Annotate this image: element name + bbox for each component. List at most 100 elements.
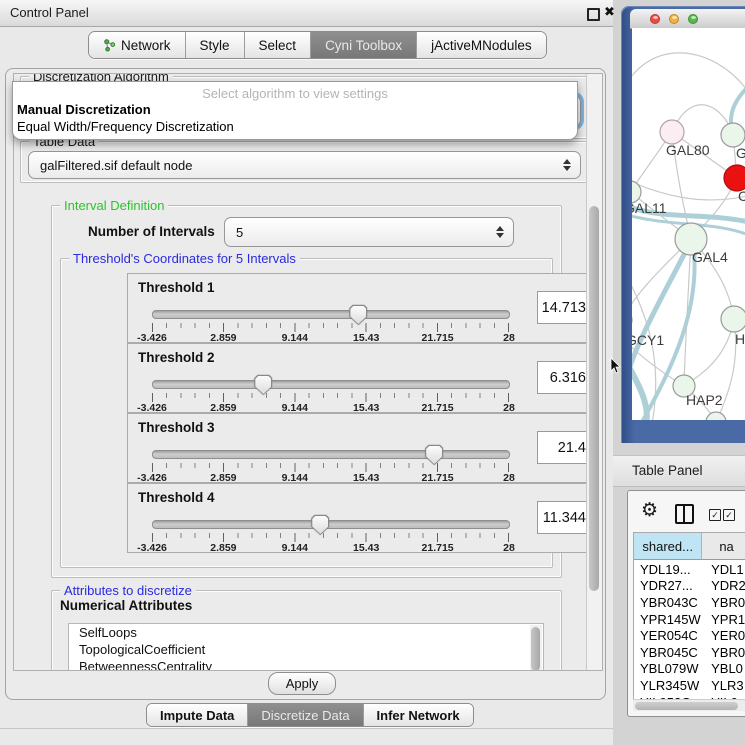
slider-ruler	[152, 463, 509, 472]
threshold-value-field[interactable]: 11.344	[537, 501, 593, 534]
tab-cyni-toolbox[interactable]: Cyni Toolbox	[311, 32, 417, 58]
attribute-list-item[interactable]: TopologicalCoefficient	[69, 641, 543, 658]
scrollbar-thumb[interactable]	[531, 627, 540, 671]
label-partial-low: H	[735, 331, 745, 347]
threshold-slider[interactable]	[152, 450, 510, 459]
cell-shared-name[interactable]: YPR145W	[634, 612, 703, 627]
slider-thumb[interactable]	[311, 515, 329, 535]
label-hap2: HAP2	[686, 392, 723, 408]
cell-shared-name[interactable]: YDR27...	[634, 578, 703, 593]
node-bottom-partial[interactable]	[706, 412, 726, 420]
apply-button[interactable]: Apply	[268, 672, 336, 695]
slider-thumb[interactable]	[349, 305, 367, 325]
network-view-window: GAL80 GA C GAL11 GAL4 GCY1 H HAP2	[621, 6, 745, 443]
network-canvas[interactable]: GAL80 GA C GAL11 GAL4 GCY1 H HAP2	[632, 28, 745, 420]
mouse-cursor	[610, 358, 622, 376]
table-row[interactable]: YPR145W YPR1	[634, 611, 745, 628]
table-row[interactable]: YBR043C YBR0	[634, 594, 745, 611]
threshold-label: Threshold 2	[138, 350, 215, 365]
cell-name[interactable]: YBR0	[703, 595, 745, 610]
table-panel-title: Table Panel	[632, 463, 703, 478]
close-traffic-light-icon[interactable]	[650, 14, 660, 24]
scrollbar-thumb[interactable]	[589, 206, 599, 591]
tab-jactivemnodules-label: jActiveMNodules	[431, 38, 532, 53]
tab-select-label: Select	[259, 38, 297, 53]
column-header-shared-name[interactable]: shared...	[634, 533, 702, 560]
cell-name[interactable]: YLR3	[703, 678, 745, 693]
numerical-attributes-list[interactable]: SelfLoopsTopologicalCoefficientBetweenne…	[68, 623, 544, 671]
tab-infer-network[interactable]: Infer Network	[364, 704, 473, 726]
slider-thumb[interactable]	[425, 445, 443, 465]
network-graph: GAL80 GA C GAL11 GAL4 GCY1 H HAP2	[632, 28, 745, 420]
table-row[interactable]: YLR345W YLR3	[634, 677, 745, 694]
control-panel-titlebar: Control Panel ✖	[0, 0, 613, 27]
zoom-traffic-light-icon[interactable]	[688, 14, 698, 24]
algorithm-dropdown-popup: Select algorithm to view settings Manual…	[12, 81, 578, 140]
tab-style[interactable]: Style	[186, 32, 245, 58]
attributes-list-scrollbar[interactable]	[530, 625, 542, 671]
tab-network-label: Network	[121, 38, 171, 53]
cell-shared-name[interactable]: YBR043C	[634, 595, 703, 610]
float-window-icon[interactable]	[587, 8, 600, 21]
threshold-row: Threshold 1 -3.426 2.859 9.144 15.43 21.…	[127, 273, 603, 343]
scrollbar-thumb[interactable]	[635, 702, 738, 710]
node-attribute-table[interactable]: shared... na YDL19... YDL1 YDR27... YDR2…	[633, 532, 745, 700]
number-of-intervals-combobox[interactable]: 5	[224, 217, 514, 247]
scale-tick-label: 9.144	[282, 542, 308, 554]
scale-tick-label: 28	[503, 542, 515, 554]
tab-impute-data[interactable]: Impute Data	[147, 704, 248, 726]
slider-ruler	[152, 393, 509, 402]
node-right-mid[interactable]	[721, 306, 745, 332]
attribute-list-item[interactable]: BetweennessCentrality	[69, 658, 543, 671]
column-header-name[interactable]: na	[702, 533, 745, 560]
cell-name[interactable]: YDL1	[703, 562, 745, 577]
cell-name[interactable]: YDR2	[703, 578, 745, 593]
node-top-right[interactable]	[721, 123, 745, 147]
cell-name[interactable]: YPR1	[703, 612, 745, 627]
threshold-value-field[interactable]: 6.316	[537, 361, 593, 394]
table-row[interactable]: YER054C YER0	[634, 627, 745, 644]
minimize-traffic-light-icon[interactable]	[669, 14, 679, 24]
threshold-row: Threshold 2 -3.426 2.859 9.144 15.43 21.…	[127, 343, 603, 413]
table-data-combobox[interactable]: galFiltered.sif default node	[28, 151, 581, 179]
cell-shared-name[interactable]: YER054C	[634, 628, 703, 643]
split-columns-icon[interactable]	[675, 504, 694, 524]
cell-shared-name[interactable]: YBL079W	[634, 661, 703, 676]
select-none-checkbox-icon[interactable]: ✓	[723, 509, 735, 521]
table-horizontal-scrollbar[interactable]	[633, 699, 745, 711]
attribute-list-item[interactable]: SelfLoops	[69, 624, 543, 641]
tab-network[interactable]: Network	[89, 32, 186, 58]
gear-icon[interactable]: ⚙	[641, 501, 658, 520]
cell-shared-name[interactable]: YDL19...	[634, 562, 703, 577]
table-row[interactable]: YDL19... YDL1	[634, 561, 745, 578]
cell-name[interactable]: YBL0	[703, 661, 745, 676]
cell-shared-name[interactable]: YLR345W	[634, 678, 703, 693]
threshold-slider[interactable]	[152, 380, 510, 389]
algorithm-option-equal-width[interactable]: Equal Width/Frequency Discretization	[17, 119, 234, 134]
label-gcy1: GCY1	[632, 332, 664, 348]
threshold-value-field[interactable]: 21.4	[537, 431, 593, 464]
cell-name[interactable]: YBR0	[703, 645, 745, 660]
attribute-items: SelfLoopsTopologicalCoefficientBetweenne…	[69, 624, 543, 671]
node-gal80[interactable]	[660, 120, 684, 144]
table-row[interactable]: YBL079W YBL0	[634, 661, 745, 678]
threshold-slider[interactable]	[152, 310, 510, 319]
attributes-group: Attributes to discretize Numerical Attri…	[51, 590, 562, 671]
label-partial-mid: C	[738, 188, 745, 204]
settings-vertical-scrollbar[interactable]	[586, 74, 602, 670]
threshold-value-field[interactable]: 14.713	[537, 291, 593, 324]
close-icon[interactable]: ✖	[604, 4, 615, 20]
algorithm-option-manual[interactable]: Manual Discretization	[17, 102, 151, 117]
apply-button-label: Apply	[286, 676, 319, 691]
tab-select[interactable]: Select	[245, 32, 312, 58]
cell-shared-name[interactable]: YBR045C	[634, 645, 703, 660]
table-row[interactable]: YBR045C YBR0	[634, 644, 745, 661]
select-all-checkbox-icon[interactable]: ✓	[709, 509, 721, 521]
cell-name[interactable]: YER0	[703, 628, 745, 643]
tab-jactivemnodules[interactable]: jActiveMNodules	[417, 32, 546, 58]
tab-discretize-data[interactable]: Discretize Data	[248, 704, 363, 726]
number-of-intervals-label: Number of Intervals	[88, 224, 215, 239]
table-row[interactable]: YDR27... YDR2	[634, 578, 745, 595]
slider-thumb[interactable]	[254, 375, 272, 395]
threshold-slider[interactable]	[152, 520, 510, 529]
